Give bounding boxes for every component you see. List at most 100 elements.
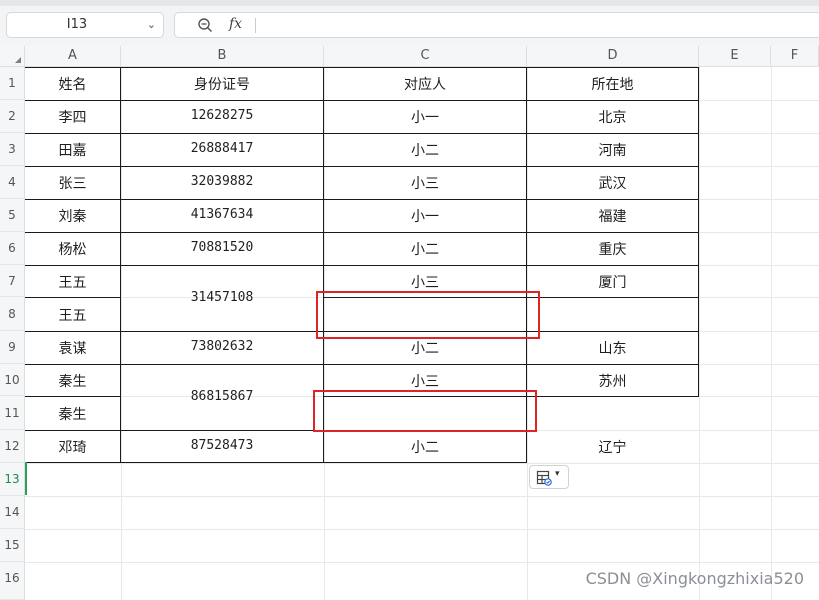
row-header-3[interactable]: 3 (0, 133, 25, 166)
cell-person[interactable]: 小二 (324, 437, 526, 457)
cell-place[interactable]: 苏州 (527, 371, 698, 391)
cell-name[interactable]: 田嘉 (25, 140, 120, 160)
table-border (25, 265, 699, 266)
table-border (25, 364, 699, 365)
row-header-8[interactable]: 8 (0, 297, 25, 331)
cell-name[interactable]: 王五 (25, 305, 120, 325)
table-border (25, 199, 699, 200)
gridline (699, 67, 700, 600)
column-header-d[interactable]: D (527, 46, 699, 67)
function-icon[interactable]: fx (229, 16, 242, 32)
row-header-12[interactable]: 12 (0, 430, 25, 463)
header-id: 身份证号 (194, 77, 250, 93)
paste-options-icon (536, 470, 552, 486)
merged-cell-id[interactable]: 31457108 (121, 290, 323, 305)
cell-place[interactable]: 福建 (527, 206, 698, 226)
cell-person[interactable]: 小一 (324, 107, 526, 127)
column-header-e[interactable]: E (699, 46, 771, 67)
select-all-triangle-icon (15, 57, 21, 63)
cell-person[interactable]: 小二 (324, 338, 526, 358)
formula-divider (255, 18, 256, 33)
cell-place[interactable]: 重庆 (527, 239, 698, 259)
cell-place[interactable]: 河南 (527, 140, 698, 160)
cell-place[interactable]: 厦门 (527, 272, 698, 292)
column-header-f[interactable]: F (771, 46, 819, 67)
row-header-10[interactable]: 10 (0, 364, 25, 396)
gridline (25, 496, 819, 497)
selected-row-marker (25, 462, 27, 495)
formula-bar: I13 ⌄ fx (0, 0, 819, 46)
cell-place[interactable]: 北京 (527, 107, 698, 127)
zoom-out-magnifier-icon[interactable] (197, 17, 213, 33)
cell-id[interactable]: 87528473 (121, 438, 323, 453)
name-box[interactable]: I13 ⌄ (6, 12, 164, 38)
cell-id[interactable]: 70881520 (121, 240, 323, 255)
gridline (25, 562, 819, 563)
formula-input[interactable]: fx (174, 12, 819, 38)
row-header-6[interactable]: 6 (0, 232, 25, 265)
row-header-2[interactable]: 2 (0, 100, 25, 133)
column-header-a[interactable]: A (25, 46, 121, 67)
column-header-c[interactable]: C (324, 46, 527, 67)
header-place: 所在地 (591, 77, 634, 93)
cell-person[interactable]: 小三 (324, 272, 526, 292)
cell-name[interactable]: 秦生 (25, 371, 120, 391)
cell-id[interactable]: 41367634 (121, 207, 323, 222)
chevron-down-icon[interactable]: ⌄ (147, 18, 156, 31)
cell-name[interactable]: 杨松 (25, 239, 120, 259)
table-border (25, 100, 699, 101)
select-all-corner[interactable] (0, 46, 25, 67)
watermark: CSDN @Xingkongzhixia520 (585, 569, 804, 588)
cell-person[interactable]: 小三 (324, 173, 526, 193)
table-border (25, 166, 699, 167)
paste-options-button[interactable]: ▾ (529, 465, 569, 489)
highlight-box (313, 390, 537, 432)
column-header-b[interactable]: B (121, 46, 324, 67)
highlight-box (316, 291, 540, 339)
table-border (698, 67, 699, 397)
table-border (25, 396, 121, 397)
row-header-4[interactable]: 4 (0, 166, 25, 199)
cell-person[interactable]: 小三 (324, 371, 526, 391)
table-border (25, 462, 527, 463)
row-header-16[interactable]: 16 (0, 562, 25, 600)
row-header-13[interactable]: 13 (0, 463, 25, 496)
header-person: 对应人 (404, 77, 446, 93)
row-header-5[interactable]: 5 (0, 199, 25, 232)
cell-name[interactable]: 王五 (25, 272, 120, 292)
cell-place[interactable]: 山东 (527, 338, 698, 358)
table-border (25, 133, 699, 134)
name-box-value: I13 (66, 17, 88, 32)
gridline (25, 529, 819, 530)
cell-name[interactable]: 袁谋 (25, 338, 120, 358)
chevron-down-icon: ▾ (555, 469, 560, 479)
table-border (25, 232, 699, 233)
cell-name[interactable]: 张三 (25, 173, 120, 193)
cell-person[interactable]: 小二 (324, 140, 526, 160)
cell-place[interactable]: 武汉 (527, 173, 698, 193)
cell-name[interactable]: 刘秦 (25, 206, 120, 226)
cell-name[interactable]: 李四 (25, 107, 120, 127)
cell-id[interactable]: 26888417 (121, 141, 323, 156)
gridline (771, 67, 772, 600)
header-name: 姓名 (58, 77, 87, 93)
row-header-9[interactable]: 9 (0, 331, 25, 364)
row-header-1[interactable]: 1 (0, 67, 25, 100)
row-header-14[interactable]: 14 (0, 496, 25, 529)
merged-cell-id[interactable]: 86815867 (121, 389, 323, 404)
row-header-11[interactable]: 11 (0, 396, 25, 430)
cell-person[interactable]: 小一 (324, 206, 526, 226)
cell-name[interactable]: 邓琦 (25, 437, 120, 457)
gridline (25, 463, 819, 464)
cell-person[interactable]: 小二 (324, 239, 526, 259)
cell-id[interactable]: 32039882 (121, 174, 323, 189)
toolbar-edge (0, 0, 819, 6)
cell-name[interactable]: 秦生 (25, 404, 120, 424)
row-header-15[interactable]: 15 (0, 529, 25, 562)
row-header-7[interactable]: 7 (0, 265, 25, 297)
cell-id[interactable]: 12628275 (121, 108, 323, 123)
cell-id[interactable]: 73802632 (121, 339, 323, 354)
table-border (25, 297, 121, 298)
table-border (25, 67, 699, 68)
cell-place[interactable]: 辽宁 (527, 437, 698, 457)
